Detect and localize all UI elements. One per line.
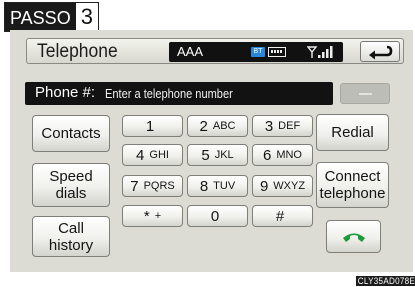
key-3[interactable]: 3 DEF <box>252 115 313 137</box>
bluetooth-icon: BT <box>251 47 265 57</box>
key-6[interactable]: 6 MNO <box>252 144 313 166</box>
key-6-digit: 6 <box>262 146 272 164</box>
connect-telephone-button[interactable]: Connect telephone <box>316 162 389 208</box>
phone-number-input[interactable] <box>105 83 292 103</box>
step-number: 3 <box>75 3 98 31</box>
call-history-label-line1: Call <box>58 219 84 237</box>
delete-button[interactable] <box>340 83 390 104</box>
signal-strength-icon <box>306 45 333 59</box>
key-2[interactable]: 2 ABC <box>187 115 248 137</box>
key-hash[interactable]: # <box>252 205 313 227</box>
redial-label: Redial <box>331 124 374 141</box>
telephone-screen: Telephone AAA BT Phone #: Enter a teleph… <box>10 30 413 272</box>
key-2-digit: 2 <box>199 117 208 135</box>
key-9-digit: 9 <box>259 177 269 195</box>
key-1[interactable]: 1 <box>122 115 183 137</box>
phone-number-label: Phone #: <box>35 84 96 101</box>
key-4-letters: GHI <box>149 149 169 161</box>
call-history-label-line2: history <box>48 236 94 254</box>
key-2-letters: ABC <box>212 120 236 132</box>
key-star[interactable]: * + <box>122 205 183 227</box>
call-button[interactable] <box>326 220 381 253</box>
device-name: AAA <box>177 44 204 59</box>
key-9[interactable]: 9 WXYZ <box>252 175 313 197</box>
key-8[interactable]: 8 TUV <box>187 175 248 197</box>
key-3-letters: DEF <box>278 120 301 132</box>
key-0-digit: 0 <box>210 207 220 225</box>
key-8-letters: TUV <box>213 180 236 192</box>
key-4-digit: 4 <box>136 146 145 164</box>
speed-dials-button[interactable]: Speed dials <box>32 163 110 207</box>
contacts-label: Contacts <box>41 125 101 142</box>
call-history-button[interactable]: Call history <box>32 216 110 257</box>
step-label: PASSO <box>5 3 76 31</box>
screen-title: Telephone <box>37 41 118 62</box>
key-9-letters: WXYZ <box>273 180 306 192</box>
phone-handset-icon <box>342 233 365 242</box>
key-3-digit: 3 <box>264 117 274 135</box>
key-hash-digit: # <box>275 207 285 225</box>
header-bar: Telephone AAA BT <box>26 38 404 64</box>
connect-telephone-label-line2: telephone <box>319 185 386 202</box>
key-7-letters: PQRS <box>143 180 175 192</box>
key-5-digit: 5 <box>201 146 210 164</box>
key-star-letters: + <box>154 210 162 222</box>
key-5-letters: JKL <box>214 149 234 161</box>
figure-code: CLY35AD078E <box>356 276 415 286</box>
battery-icon <box>268 47 286 57</box>
redial-button[interactable]: Redial <box>316 114 389 151</box>
key-7[interactable]: 7 PQRS <box>122 175 183 197</box>
speed-dials-label-line2: dials <box>55 185 87 202</box>
device-status-bar: AAA BT <box>169 42 343 62</box>
key-1-digit: 1 <box>145 117 155 135</box>
key-6-letters: MNO <box>276 149 302 161</box>
connect-telephone-label-line1: Connect <box>324 168 381 185</box>
speed-dials-label-line1: Speed <box>49 168 93 185</box>
key-5[interactable]: 5 JKL <box>187 144 248 166</box>
back-arrow-icon <box>369 45 393 60</box>
back-button[interactable] <box>360 41 400 62</box>
step-badge: PASSO 3 <box>4 2 99 32</box>
key-8-digit: 8 <box>199 177 209 195</box>
key-star-digit: * <box>143 207 150 225</box>
contacts-button[interactable]: Contacts <box>32 115 110 152</box>
key-7-digit: 7 <box>130 177 139 195</box>
key-0[interactable]: 0 <box>187 205 248 227</box>
phone-number-bar: Phone #: <box>25 82 333 105</box>
key-4[interactable]: 4 GHI <box>122 144 183 166</box>
